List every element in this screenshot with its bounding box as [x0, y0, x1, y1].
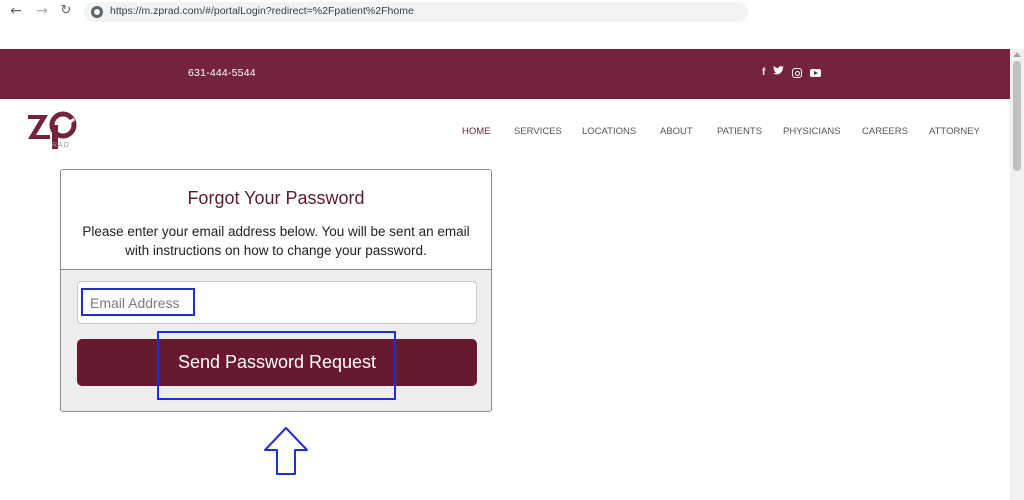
- email-highlight-box: [81, 288, 195, 316]
- main-navigation: HOME SERVICES LOCATIONS ABOUT PATIENTS P…: [0, 126, 1010, 140]
- browser-toolbar: ← → ↻ https://m.zprad.com/#/portalLogin?…: [0, 0, 1024, 24]
- instagram-icon[interactable]: [792, 67, 803, 78]
- scrollbar-thumb[interactable]: [1013, 61, 1021, 171]
- social-links: f: [762, 66, 822, 79]
- nav-item-physicians[interactable]: PHYSICIANS: [783, 126, 841, 137]
- reload-icon[interactable]: ↻: [58, 3, 74, 19]
- forward-arrow-icon[interactable]: →: [34, 3, 50, 19]
- nav-item-patients[interactable]: PATIENTS: [717, 126, 762, 137]
- card-header: Forgot Your Password Please enter your e…: [61, 170, 491, 270]
- nav-item-home[interactable]: HOME: [462, 126, 491, 137]
- scroll-up-arrow-icon[interactable]: [1013, 52, 1021, 57]
- address-bar[interactable]: https://m.zprad.com/#/portalLogin?redire…: [84, 2, 748, 22]
- nav-item-about[interactable]: ABOUT: [660, 126, 693, 137]
- button-highlight-box: [157, 331, 396, 400]
- site-info-icon[interactable]: [91, 6, 103, 18]
- nav-item-locations[interactable]: LOCATIONS: [582, 126, 636, 137]
- top-contact-bar: 631-444-5544 f: [0, 49, 1010, 99]
- logo-subtext: RAD: [52, 142, 70, 149]
- up-arrow-icon: [264, 427, 308, 475]
- card-description: Please enter your email address below. Y…: [82, 224, 470, 258]
- back-arrow-icon[interactable]: ←: [8, 3, 24, 19]
- nav-item-careers[interactable]: CAREERS: [862, 126, 908, 137]
- youtube-icon[interactable]: [810, 68, 822, 77]
- nav-item-services[interactable]: SERVICES: [514, 126, 562, 137]
- url-text: https://m.zprad.com/#/portalLogin?redire…: [110, 5, 414, 17]
- facebook-icon[interactable]: f: [762, 67, 765, 79]
- page-scrollbar[interactable]: [1010, 49, 1024, 500]
- phone-number[interactable]: 631-444-5544: [188, 67, 256, 79]
- twitter-icon[interactable]: [773, 66, 785, 79]
- nav-item-attorney[interactable]: ATTORNEY: [929, 126, 980, 137]
- card-title: Forgot Your Password: [187, 188, 365, 208]
